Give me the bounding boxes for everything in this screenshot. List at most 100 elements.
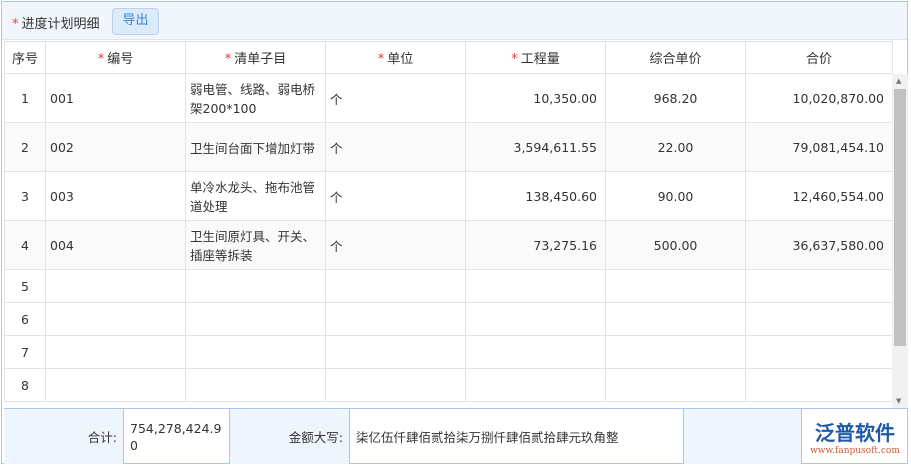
cell-unit[interactable]: 个	[325, 73, 466, 123]
cell-no[interactable]: 7	[4, 335, 46, 369]
cell-item[interactable]: 卫生间原灯具、开关、插座等拆装	[185, 220, 326, 270]
cell-qty[interactable]	[465, 368, 606, 402]
section-title: * 进度计划明细	[12, 13, 100, 32]
cell-qty[interactable]: 3,594,611.55	[465, 122, 606, 172]
cell-qty[interactable]	[465, 302, 606, 336]
cell-code[interactable]	[45, 302, 186, 336]
toolbar: * 进度计划明细 导出	[2, 2, 907, 40]
detail-table: 序号 * 编号 * 清单子目 * 单位 * 工程量 综合单价 合价 1 001 弱电管、线路、弱电桥架2…	[4, 41, 893, 402]
sum-value: 754,278,424.90	[124, 409, 230, 464]
cell-unit[interactable]	[325, 269, 466, 303]
column-header-label: 合价	[805, 52, 832, 67]
cell-unit[interactable]: 个	[325, 122, 466, 172]
cell-total[interactable]	[745, 335, 893, 369]
table-row[interactable]: 8	[4, 368, 893, 402]
cell-code[interactable]	[45, 335, 186, 369]
cell-qty[interactable]: 138,450.60	[465, 171, 606, 221]
logo: 泛普软件 www.fanpusoft.com	[802, 409, 908, 464]
cell-qty[interactable]	[465, 269, 606, 303]
cell-item[interactable]: 弱电管、线路、弱电桥架200*100	[185, 73, 326, 123]
cell-item[interactable]: 单冷水龙头、拖布池管道处理	[185, 171, 326, 221]
cell-price[interactable]	[605, 335, 746, 369]
column-header[interactable]: 综合单价	[605, 41, 746, 74]
column-header[interactable]: 合价	[745, 41, 893, 74]
column-header[interactable]: * 编号	[45, 41, 186, 74]
logo-name: 泛普软件	[815, 421, 895, 445]
cell-price[interactable]: 500.00	[605, 220, 746, 270]
cell-unit[interactable]	[325, 302, 466, 336]
required-mark: *	[12, 17, 19, 32]
column-header[interactable]: 序号	[4, 41, 46, 74]
cell-no[interactable]: 6	[4, 302, 46, 336]
cell-price[interactable]: 22.00	[605, 122, 746, 172]
column-header-label: 编号	[107, 52, 134, 67]
logo-url: www.fanpusoft.com	[810, 446, 900, 456]
required-mark: *	[224, 52, 232, 67]
cell-price[interactable]: 968.20	[605, 73, 746, 123]
empty-cell	[684, 409, 802, 464]
required-mark: *	[377, 52, 385, 67]
scroll-down-icon[interactable]: ▼	[896, 397, 901, 405]
column-header-label: 单位	[387, 52, 414, 67]
cell-code[interactable]: 004	[45, 220, 186, 270]
cell-item[interactable]	[185, 368, 326, 402]
column-header-label: 综合单价	[649, 52, 702, 67]
cell-total[interactable]: 10,020,870.00	[745, 73, 893, 123]
cell-qty[interactable]: 73,275.16	[465, 220, 606, 270]
table-row[interactable]: 2 002 卫生间台面下增加灯带个 3,594,611.55 22.00 79,081,4…	[4, 122, 893, 172]
detail-panel: * 进度计划明细 导出 序号 * 编号 * 清单子目 * 单位 * 工程量 综合单价 合价 1 001 弱…	[1, 1, 908, 464]
table-row[interactable]: 3 003 单冷水龙头、拖布池管道处理个 138,450.60 90.00 12,460,…	[4, 171, 893, 221]
cell-unit[interactable]	[325, 368, 466, 402]
table-row[interactable]: 1 001 弱电管、线路、弱电桥架200*100 个 10,350.00 968.20 10…	[4, 73, 893, 123]
section-title-text: 进度计划明细	[21, 17, 100, 32]
cell-code[interactable]: 002	[45, 122, 186, 172]
cell-total[interactable]: 79,081,454.10	[745, 122, 893, 172]
export-button[interactable]: 导出	[112, 8, 159, 35]
required-mark: *	[97, 52, 105, 67]
cell-code[interactable]: 001	[45, 73, 186, 123]
column-header-label: 清单子目	[234, 52, 287, 67]
column-header-label: 工程量	[520, 52, 560, 67]
cell-price[interactable]	[605, 302, 746, 336]
required-mark: *	[511, 52, 518, 67]
cell-code[interactable]: 003	[45, 171, 186, 221]
cell-no[interactable]: 1	[4, 73, 46, 123]
cell-price[interactable]	[605, 269, 746, 303]
column-header[interactable]: * 单位	[325, 41, 466, 74]
table-row[interactable]: 7	[4, 335, 893, 369]
cell-no[interactable]: 8	[4, 368, 46, 402]
cell-total[interactable]	[745, 302, 893, 336]
cell-unit[interactable]: 个	[325, 220, 466, 270]
cell-item[interactable]: 卫生间台面下增加灯带	[185, 122, 326, 172]
cell-item[interactable]	[185, 335, 326, 369]
summary-footer: 合计: 754,278,424.90 金额大写: 柒亿伍仟肆佰贰拾柒万捌仟肆佰贰…	[4, 408, 908, 464]
cell-total[interactable]: 36,637,580.00	[745, 220, 893, 270]
cell-no[interactable]: 5	[4, 269, 46, 303]
caps-label: 金额大写:	[230, 409, 350, 464]
cell-total[interactable]	[745, 368, 893, 402]
cell-total[interactable]	[745, 269, 893, 303]
cell-unit[interactable]: 个	[325, 171, 466, 221]
caps-value: 柒亿伍仟肆佰贰拾柒万捌仟肆佰贰拾肆元玖角整	[350, 409, 684, 464]
cell-no[interactable]: 2	[4, 122, 46, 172]
cell-unit[interactable]	[325, 335, 466, 369]
table-row[interactable]: 6	[4, 302, 893, 336]
cell-qty[interactable]: 10,350.00	[465, 73, 606, 123]
scroll-up-icon[interactable]: ▲	[896, 77, 901, 85]
scrollbar-thumb[interactable]	[894, 89, 906, 346]
cell-code[interactable]	[45, 269, 186, 303]
cell-total[interactable]: 12,460,554.00	[745, 171, 893, 221]
column-header[interactable]: * 工程量	[465, 41, 606, 74]
cell-item[interactable]	[185, 302, 326, 336]
column-header[interactable]: * 清单子目	[185, 41, 326, 74]
cell-item[interactable]	[185, 269, 326, 303]
vertical-scrollbar[interactable]: ▲ ▼	[892, 74, 908, 408]
cell-price[interactable]	[605, 368, 746, 402]
cell-no[interactable]: 3	[4, 171, 46, 221]
cell-price[interactable]: 90.00	[605, 171, 746, 221]
cell-qty[interactable]	[465, 335, 606, 369]
table-row[interactable]: 5	[4, 269, 893, 303]
cell-no[interactable]: 4	[4, 220, 46, 270]
table-row[interactable]: 4 004 卫生间原灯具、开关、插座等拆装个 73,275.16 500.00 36,63…	[4, 220, 893, 270]
cell-code[interactable]	[45, 368, 186, 402]
